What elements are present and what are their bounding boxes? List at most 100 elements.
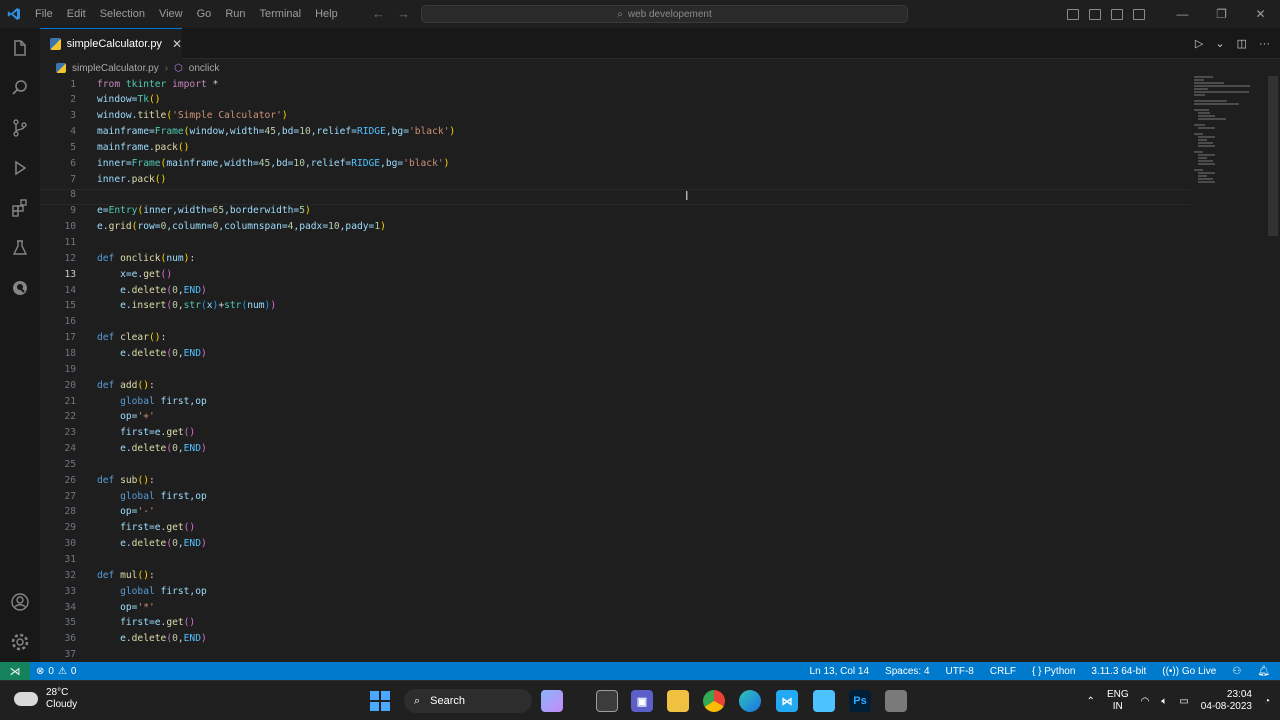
notification-center-icon[interactable]: ◔: [1264, 696, 1270, 707]
indentation[interactable]: Spaces: 4: [885, 666, 929, 677]
run-dropdown-chevron-icon[interactable]: ⌄: [1215, 37, 1224, 50]
run-and-debug-icon[interactable]: [0, 148, 40, 188]
notifications-bell-icon[interactable]: 🔔︎: [1257, 666, 1270, 677]
remote-indicator-icon[interactable]: ⋊: [0, 662, 30, 680]
close-window-icon[interactable]: ✕: [1241, 0, 1280, 28]
remote-explorer-icon[interactable]: [0, 268, 40, 308]
code-line[interactable]: 28 op='-': [40, 504, 1190, 520]
search-highlight-icon[interactable]: [541, 690, 563, 712]
forward-arrow-icon[interactable]: →: [397, 0, 410, 28]
toggle-primary-sidebar-icon[interactable]: [1067, 8, 1079, 20]
problems-indicator[interactable]: ⊗ 0 ⚠ 0: [30, 666, 76, 677]
encoding[interactable]: UTF-8: [946, 666, 974, 677]
code-line[interactable]: 2 window=Tk(): [40, 92, 1190, 108]
menu-run[interactable]: Run: [218, 0, 252, 28]
wifi-icon[interactable]: ◠: [1141, 696, 1150, 707]
settings-gear-icon[interactable]: [0, 622, 40, 662]
menu-selection[interactable]: Selection: [93, 0, 152, 28]
show-hidden-icons-chevron-icon[interactable]: ⌃: [1087, 696, 1095, 707]
menu-view[interactable]: View: [152, 0, 190, 28]
file-explorer-icon[interactable]: [667, 690, 689, 712]
code-line[interactable]: 22 op='+': [40, 409, 1190, 425]
code-line[interactable]: 18 e.delete(0,END): [40, 345, 1190, 361]
code-line[interactable]: 25: [40, 456, 1190, 472]
source-control-icon[interactable]: [0, 108, 40, 148]
input-language[interactable]: ENG IN: [1107, 689, 1129, 713]
code-line[interactable]: 21 global first,op: [40, 393, 1190, 409]
menu-terminal[interactable]: Terminal: [253, 0, 309, 28]
clock[interactable]: 23:04 04-08-2023: [1201, 689, 1252, 713]
go-live-button[interactable]: ((•)) Go Live: [1162, 666, 1216, 677]
code-line[interactable]: 37: [40, 647, 1190, 663]
language-mode[interactable]: { } Python: [1032, 666, 1075, 677]
weather-widget[interactable]: 28°C Cloudy: [14, 687, 77, 711]
minimize-icon[interactable]: —: [1163, 0, 1202, 28]
code-line[interactable]: 26 def sub():: [40, 472, 1190, 488]
menu-file[interactable]: File: [28, 0, 60, 28]
run-python-file-icon[interactable]: ▷: [1195, 37, 1203, 50]
tkinter-app-icon[interactable]: [885, 690, 907, 712]
code-editor[interactable]: 1 from tkinter import * 2 window=Tk() 3 windo…: [40, 76, 1190, 662]
code-line[interactable]: 35 first=e.get(): [40, 615, 1190, 631]
code-line[interactable]: 6 inner=Frame(mainframe,width=45,bd=10,re…: [40, 155, 1190, 171]
code-line[interactable]: 16: [40, 314, 1190, 330]
code-line[interactable]: 5 mainframe.pack(): [40, 139, 1190, 155]
close-tab-icon[interactable]: ✕: [172, 37, 182, 51]
toggle-secondary-sidebar-icon[interactable]: [1111, 8, 1123, 20]
code-line[interactable]: 27 global first,op: [40, 488, 1190, 504]
microsoft-store-icon[interactable]: [813, 690, 835, 712]
code-line[interactable]: 14 e.delete(0,END): [40, 282, 1190, 298]
customize-layout-icon[interactable]: [1133, 8, 1145, 20]
cursor-position[interactable]: Ln 13, Col 14: [810, 666, 870, 677]
feedback-icon[interactable]: ⚇: [1232, 666, 1241, 677]
edge-icon[interactable]: [739, 690, 761, 712]
accounts-icon[interactable]: [0, 582, 40, 622]
menu-help[interactable]: Help: [308, 0, 345, 28]
code-line[interactable]: 9 e=Entry(inner,width=65,borderwidth=5): [40, 203, 1190, 219]
code-line[interactable]: 10 e.grid(row=0,column=0,columnspan=4,pad…: [40, 219, 1190, 235]
code-line[interactable]: 1 from tkinter import *: [40, 76, 1190, 92]
code-line[interactable]: 33 global first,op: [40, 583, 1190, 599]
more-actions-icon[interactable]: ···: [1259, 38, 1270, 50]
code-line[interactable]: 31: [40, 552, 1190, 568]
breadcrumb-symbol[interactable]: onclick: [189, 63, 220, 74]
code-line[interactable]: 3 window.title('Simple Calculator'): [40, 108, 1190, 124]
minimap[interactable]: [1190, 76, 1266, 662]
taskbar-search[interactable]: ⌕ Search: [404, 689, 532, 713]
menu-go[interactable]: Go: [190, 0, 219, 28]
code-line[interactable]: 15 e.insert(0,str(x)+str(num)): [40, 298, 1190, 314]
code-line[interactable]: 17 def clear():: [40, 330, 1190, 346]
photoshop-icon[interactable]: Ps: [849, 690, 871, 712]
vscode-taskbar-icon[interactable]: ⋈: [776, 690, 798, 712]
code-line[interactable]: 34 op='*': [40, 599, 1190, 615]
back-arrow-icon[interactable]: ←: [372, 0, 385, 28]
breadcrumb-file[interactable]: simpleCalculator.py: [72, 63, 159, 74]
python-interpreter[interactable]: 3.11.3 64-bit: [1091, 666, 1146, 677]
code-line[interactable]: 19: [40, 361, 1190, 377]
code-line[interactable]: 20 def add():: [40, 377, 1190, 393]
code-line[interactable]: 29 first=e.get(): [40, 520, 1190, 536]
task-view-icon[interactable]: [596, 690, 618, 712]
command-center-search[interactable]: ⌕ web developement: [421, 5, 908, 23]
editor-scrollbar[interactable]: [1268, 76, 1278, 236]
end-of-line[interactable]: CRLF: [990, 666, 1016, 677]
toggle-panel-icon[interactable]: [1089, 8, 1101, 20]
code-line[interactable]: 24 e.delete(0,END): [40, 441, 1190, 457]
code-line[interactable]: 4 mainframe=Frame(window,width=45,bd=10,r…: [40, 124, 1190, 140]
volume-icon[interactable]: 🔈︎: [1161, 696, 1167, 707]
code-line[interactable]: 23 first=e.get(): [40, 425, 1190, 441]
chrome-icon[interactable]: [703, 690, 725, 712]
code-line[interactable]: 11: [40, 235, 1190, 251]
maximize-icon[interactable]: ❐: [1202, 0, 1241, 28]
code-line[interactable]: 13 x=e.get(): [40, 266, 1190, 282]
extensions-icon[interactable]: [0, 188, 40, 228]
search-sidebar-icon[interactable]: [0, 68, 40, 108]
battery-icon[interactable]: ▭: [1179, 696, 1188, 707]
code-line[interactable]: 7 inner.pack(): [40, 171, 1190, 187]
testing-flask-icon[interactable]: [0, 228, 40, 268]
code-line[interactable]: 12 def onclick(num):: [40, 250, 1190, 266]
teams-chat-icon[interactable]: ▣: [631, 690, 653, 712]
code-line[interactable]: 30 e.delete(0,END): [40, 536, 1190, 552]
code-line[interactable]: 8: [40, 187, 1190, 203]
code-line[interactable]: 32 def mul():: [40, 567, 1190, 583]
